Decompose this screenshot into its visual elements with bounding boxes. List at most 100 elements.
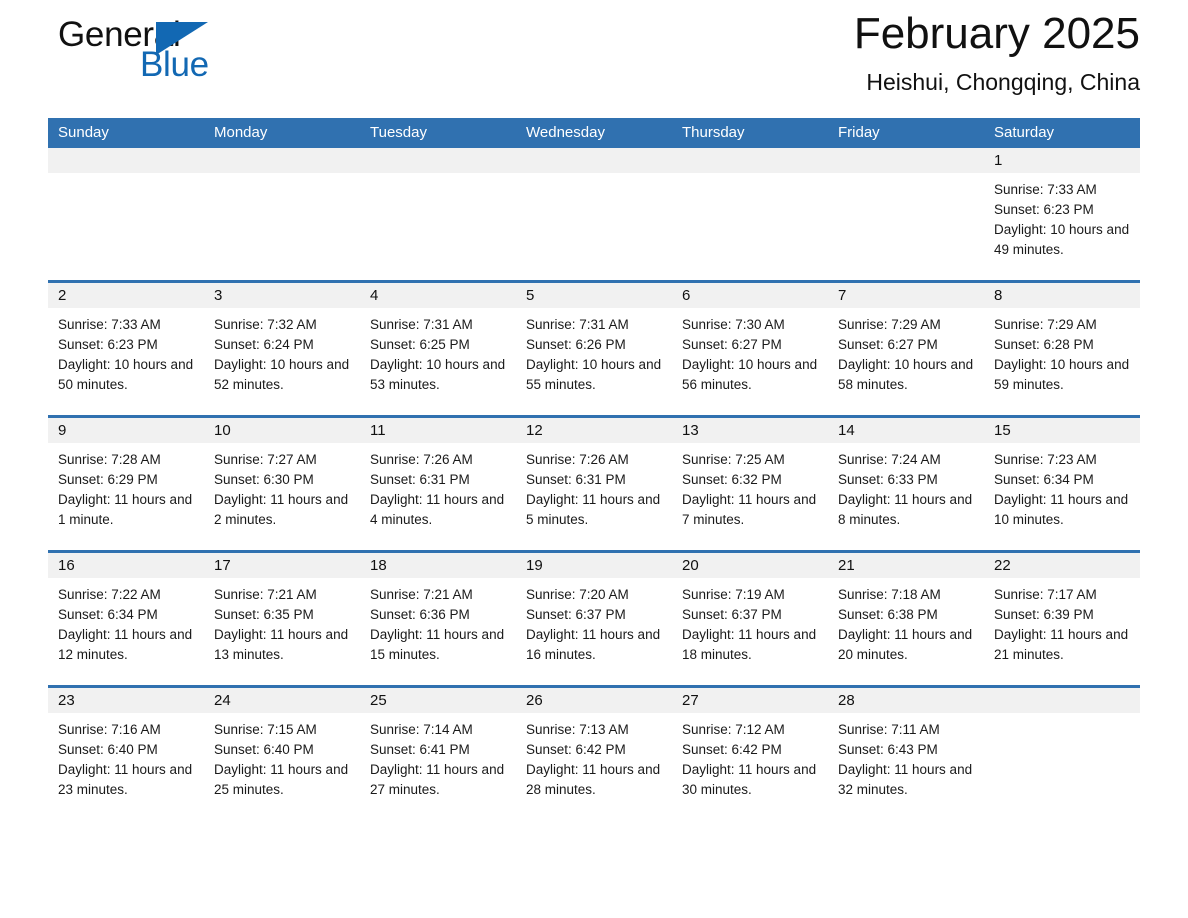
calendar-day-cell-empty <box>984 688 1140 810</box>
day-number: 3 <box>204 283 360 308</box>
day-number: 1 <box>984 148 1140 173</box>
calendar-day-cell[interactable]: 8 Sunrise: 7:29 AM Sunset: 6:28 PM Daylight… <box>984 283 1140 405</box>
calendar-day-cell-empty <box>516 148 672 270</box>
daylight-text: Daylight: 11 hours and 1 minute. <box>58 492 193 527</box>
day-number: 17 <box>204 553 360 578</box>
daylight-text: Daylight: 10 hours and 49 minutes. <box>994 222 1130 257</box>
calendar-day-cell[interactable]: 7 Sunrise: 7:29 AM Sunset: 6:27 PM Daylight… <box>828 283 984 405</box>
weekday-thursday: Thursday <box>682 124 745 141</box>
day-sun-info: Sunrise: 7:21 AM Sunset: 6:36 PM Daylight:… <box>360 578 516 665</box>
calendar-day-cell[interactable]: 4 Sunrise: 7:31 AM Sunset: 6:25 PM Daylight… <box>360 283 516 405</box>
calendar-day-cell-empty <box>48 148 204 270</box>
calendar-day-cell[interactable]: 27 Sunrise: 7:12 AM Sunset: 6:42 PM Dayligh… <box>672 688 828 810</box>
day-number <box>360 148 516 173</box>
day-number: 12 <box>516 418 672 443</box>
calendar-day-cell[interactable]: 14 Sunrise: 7:24 AM Sunset: 6:33 PM Dayligh… <box>828 418 984 540</box>
daylight-text: Daylight: 11 hours and 15 minutes. <box>370 627 505 662</box>
daylight-text: Daylight: 11 hours and 5 minutes. <box>526 492 661 527</box>
day-number <box>672 148 828 173</box>
calendar-day-cell[interactable]: 12 Sunrise: 7:26 AM Sunset: 6:31 PM Dayligh… <box>516 418 672 540</box>
calendar-day-cell[interactable]: 23 Sunrise: 7:16 AM Sunset: 6:40 PM Dayligh… <box>48 688 204 810</box>
calendar-day-cell[interactable]: 5 Sunrise: 7:31 AM Sunset: 6:26 PM Daylight… <box>516 283 672 405</box>
day-number: 9 <box>48 418 204 443</box>
calendar-day-cell[interactable]: 1 Sunrise: 7:33 AM Sunset: 6:23 PM Daylight… <box>984 148 1140 270</box>
calendar-day-cell[interactable]: 26 Sunrise: 7:13 AM Sunset: 6:42 PM Dayligh… <box>516 688 672 810</box>
sunrise-text: Sunrise: 7:27 AM <box>214 452 317 467</box>
day-sun-info: Sunrise: 7:33 AM Sunset: 6:23 PM Daylight:… <box>48 308 204 395</box>
calendar-day-cell[interactable]: 15 Sunrise: 7:23 AM Sunset: 6:34 PM Dayligh… <box>984 418 1140 540</box>
brand-logo[interactable]: General Blue <box>58 16 308 104</box>
calendar-day-cell[interactable]: 13 Sunrise: 7:25 AM Sunset: 6:32 PM Dayligh… <box>672 418 828 540</box>
day-number: 28 <box>828 688 984 713</box>
daylight-text: Daylight: 11 hours and 23 minutes. <box>58 762 193 797</box>
calendar-day-cell[interactable]: 10 Sunrise: 7:27 AM Sunset: 6:30 PM Dayligh… <box>204 418 360 540</box>
sunset-text: Sunset: 6:29 PM <box>58 472 158 487</box>
calendar-day-cell[interactable]: 21 Sunrise: 7:18 AM Sunset: 6:38 PM Dayligh… <box>828 553 984 675</box>
calendar-day-cell[interactable]: 19 Sunrise: 7:20 AM Sunset: 6:37 PM Dayligh… <box>516 553 672 675</box>
sunrise-text: Sunrise: 7:25 AM <box>682 452 785 467</box>
calendar-day-cell[interactable]: 11 Sunrise: 7:26 AM Sunset: 6:31 PM Dayligh… <box>360 418 516 540</box>
day-number: 2 <box>48 283 204 308</box>
calendar-day-cell[interactable]: 24 Sunrise: 7:15 AM Sunset: 6:40 PM Dayligh… <box>204 688 360 810</box>
day-sun-info: Sunrise: 7:15 AM Sunset: 6:40 PM Daylight:… <box>204 713 360 800</box>
calendar-day-cell[interactable]: 25 Sunrise: 7:14 AM Sunset: 6:41 PM Dayligh… <box>360 688 516 810</box>
sunrise-text: Sunrise: 7:14 AM <box>370 722 473 737</box>
daylight-text: Daylight: 10 hours and 50 minutes. <box>58 357 194 392</box>
daylight-text: Daylight: 10 hours and 56 minutes. <box>682 357 818 392</box>
day-number <box>204 148 360 173</box>
daylight-text: Daylight: 11 hours and 25 minutes. <box>214 762 349 797</box>
sunrise-text: Sunrise: 7:31 AM <box>526 317 629 332</box>
sunset-text: Sunset: 6:40 PM <box>58 742 158 757</box>
calendar-week-row: 9 Sunrise: 7:28 AM Sunset: 6:29 PM Daylight… <box>48 415 1140 540</box>
day-sun-info: Sunrise: 7:21 AM Sunset: 6:35 PM Daylight:… <box>204 578 360 665</box>
day-sun-info: Sunrise: 7:30 AM Sunset: 6:27 PM Daylight:… <box>672 308 828 395</box>
calendar-day-cell[interactable]: 17 Sunrise: 7:21 AM Sunset: 6:35 PM Dayligh… <box>204 553 360 675</box>
daylight-text: Daylight: 10 hours and 53 minutes. <box>370 357 506 392</box>
sunset-text: Sunset: 6:33 PM <box>838 472 938 487</box>
sunrise-text: Sunrise: 7:18 AM <box>838 587 941 602</box>
calendar-day-cell[interactable]: 9 Sunrise: 7:28 AM Sunset: 6:29 PM Daylight… <box>48 418 204 540</box>
calendar-day-cell[interactable]: 6 Sunrise: 7:30 AM Sunset: 6:27 PM Daylight… <box>672 283 828 405</box>
day-sun-info: Sunrise: 7:13 AM Sunset: 6:42 PM Daylight:… <box>516 713 672 800</box>
sunrise-text: Sunrise: 7:22 AM <box>58 587 161 602</box>
sunrise-text: Sunrise: 7:30 AM <box>682 317 785 332</box>
sunset-text: Sunset: 6:42 PM <box>682 742 782 757</box>
sunrise-text: Sunrise: 7:20 AM <box>526 587 629 602</box>
calendar-day-cell[interactable]: 22 Sunrise: 7:17 AM Sunset: 6:39 PM Dayligh… <box>984 553 1140 675</box>
day-number: 7 <box>828 283 984 308</box>
calendar-day-cell[interactable]: 3 Sunrise: 7:32 AM Sunset: 6:24 PM Daylight… <box>204 283 360 405</box>
day-number: 6 <box>672 283 828 308</box>
sunrise-text: Sunrise: 7:19 AM <box>682 587 785 602</box>
day-number: 19 <box>516 553 672 578</box>
day-number: 14 <box>828 418 984 443</box>
weekday-sunday: Sunday <box>58 124 109 141</box>
weekday-monday: Monday <box>214 124 268 141</box>
sunset-text: Sunset: 6:39 PM <box>994 607 1094 622</box>
sunrise-text: Sunrise: 7:33 AM <box>994 182 1097 197</box>
sunset-text: Sunset: 6:32 PM <box>682 472 782 487</box>
sunrise-text: Sunrise: 7:33 AM <box>58 317 161 332</box>
brand-name-blue: Blue <box>140 45 209 84</box>
sunrise-text: Sunrise: 7:26 AM <box>370 452 473 467</box>
calendar-day-cell[interactable]: 2 Sunrise: 7:33 AM Sunset: 6:23 PM Daylight… <box>48 283 204 405</box>
day-sun-info: Sunrise: 7:11 AM Sunset: 6:43 PM Daylight:… <box>828 713 984 800</box>
daylight-text: Daylight: 11 hours and 12 minutes. <box>58 627 193 662</box>
sunset-text: Sunset: 6:31 PM <box>526 472 626 487</box>
calendar-week-row: 16 Sunrise: 7:22 AM Sunset: 6:34 PM Dayligh… <box>48 550 1140 675</box>
daylight-text: Daylight: 11 hours and 20 minutes. <box>838 627 973 662</box>
calendar-day-cell[interactable]: 16 Sunrise: 7:22 AM Sunset: 6:34 PM Dayligh… <box>48 553 204 675</box>
sunset-text: Sunset: 6:26 PM <box>526 337 626 352</box>
day-number: 18 <box>360 553 516 578</box>
calendar-day-cell[interactable]: 28 Sunrise: 7:11 AM Sunset: 6:43 PM Dayligh… <box>828 688 984 810</box>
sunrise-text: Sunrise: 7:21 AM <box>214 587 317 602</box>
day-number: 8 <box>984 283 1140 308</box>
day-number: 26 <box>516 688 672 713</box>
day-number: 25 <box>360 688 516 713</box>
calendar-day-cell[interactable]: 18 Sunrise: 7:21 AM Sunset: 6:36 PM Dayligh… <box>360 553 516 675</box>
weekday-saturday: Saturday <box>994 124 1055 141</box>
day-sun-info: Sunrise: 7:14 AM Sunset: 6:41 PM Daylight:… <box>360 713 516 800</box>
sunset-text: Sunset: 6:31 PM <box>370 472 470 487</box>
page-header: General Blue February 2025 Heishui, Chon… <box>48 0 1140 118</box>
sunset-text: Sunset: 6:37 PM <box>526 607 626 622</box>
calendar-day-cell[interactable]: 20 Sunrise: 7:19 AM Sunset: 6:37 PM Dayligh… <box>672 553 828 675</box>
